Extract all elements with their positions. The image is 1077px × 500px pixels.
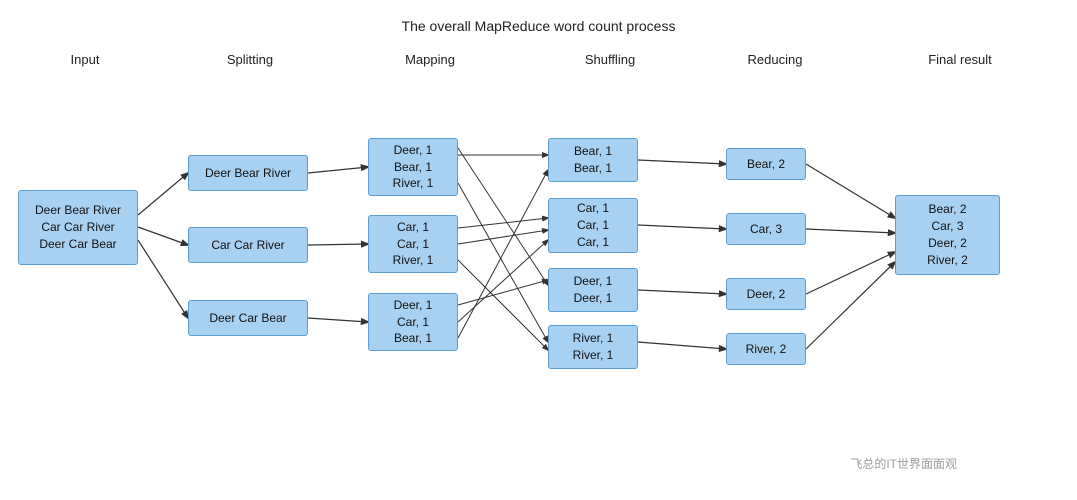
stage-label-reducing: Reducing: [720, 52, 830, 67]
box-red1: Bear, 2: [726, 148, 806, 180]
box-map3: Deer, 1 Car, 1 Bear, 1: [368, 293, 458, 351]
stage-label-input: Input: [30, 52, 140, 67]
diagram-container: The overall MapReduce word count process…: [0, 0, 1077, 500]
stage-label-final: Final result: [900, 52, 1020, 67]
box-shuf2: Car, 1 Car, 1 Car, 1: [548, 198, 638, 253]
box-final1: Bear, 2 Car, 3 Deer, 2 River, 2: [895, 195, 1000, 275]
watermark: 飞总的IT世界面面观: [850, 455, 957, 472]
box-input1: Deer Bear River Car Car River Deer Car B…: [18, 190, 138, 265]
box-map2: Car, 1 Car, 1 River, 1: [368, 215, 458, 273]
box-shuf3: Deer, 1 Deer, 1: [548, 268, 638, 312]
box-red2: Car, 3: [726, 213, 806, 245]
diagram-title: The overall MapReduce word count process: [0, 0, 1077, 34]
box-split3: Deer Car Bear: [188, 300, 308, 336]
box-shuf1: Bear, 1 Bear, 1: [548, 138, 638, 182]
stage-label-splitting: Splitting: [185, 52, 315, 67]
stage-label-shuffling: Shuffling: [550, 52, 670, 67]
stage-label-mapping: Mapping: [370, 52, 490, 67]
box-split2: Car Car River: [188, 227, 308, 263]
box-red4: River, 2: [726, 333, 806, 365]
box-map1: Deer, 1 Bear, 1 River, 1: [368, 138, 458, 196]
box-shuf4: River, 1 River, 1: [548, 325, 638, 369]
box-red3: Deer, 2: [726, 278, 806, 310]
box-split1: Deer Bear River: [188, 155, 308, 191]
